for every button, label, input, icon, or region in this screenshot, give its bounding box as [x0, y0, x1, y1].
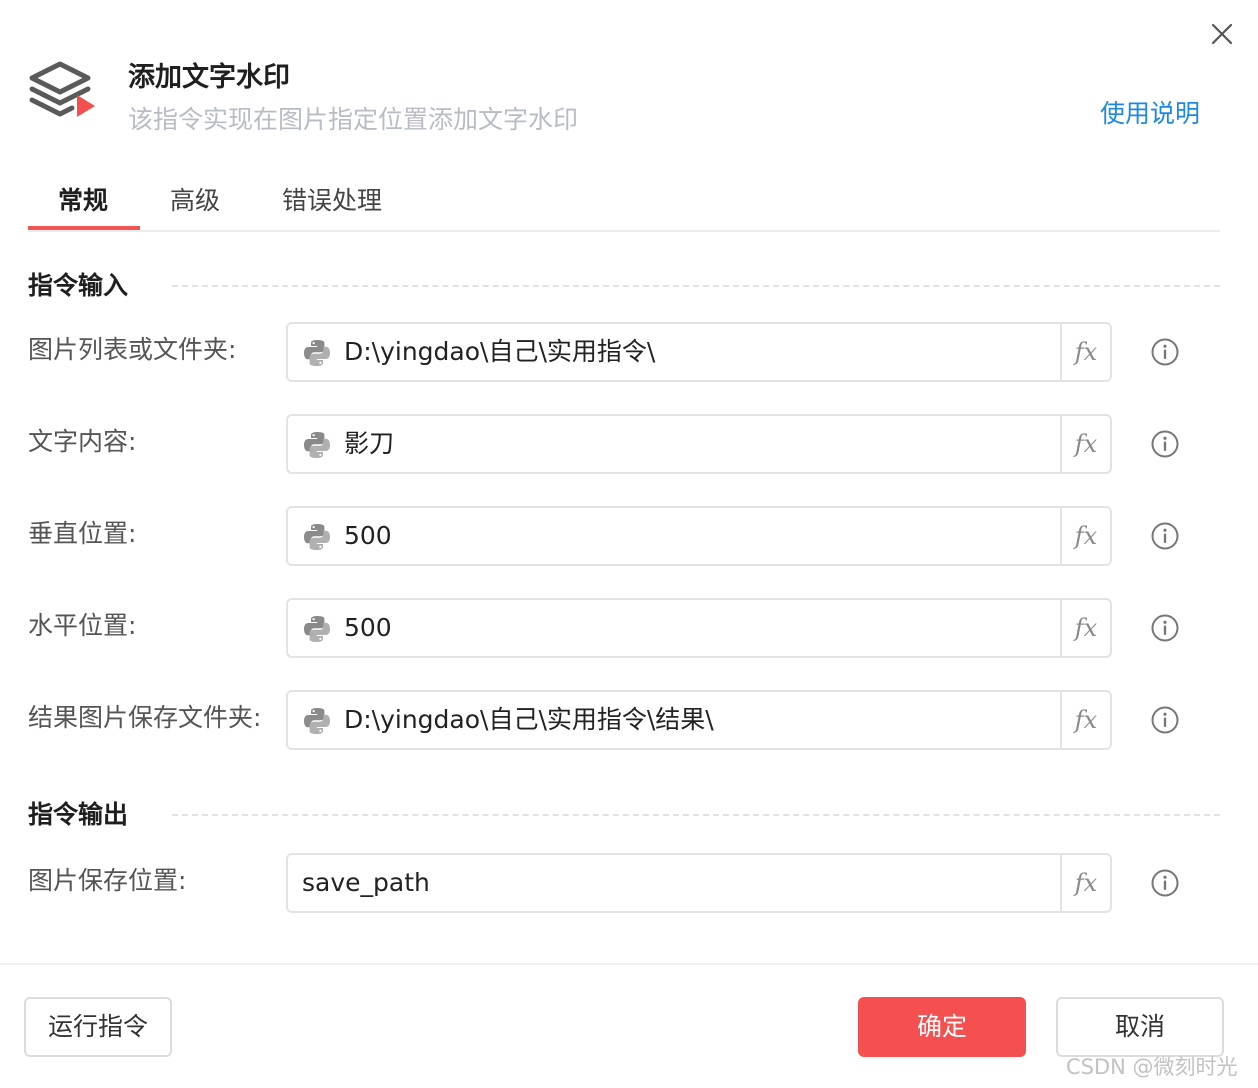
- section-divider: [172, 814, 1220, 816]
- field-label-text-content: 文字内容:: [28, 427, 137, 456]
- tab-advanced[interactable]: 高级: [170, 172, 220, 230]
- field-label-horizontal-position: 水平位置:: [28, 611, 137, 640]
- info-icon[interactable]: [1150, 613, 1180, 643]
- footer-divider: [0, 963, 1258, 965]
- cancel-button[interactable]: 取消: [1056, 997, 1224, 1057]
- field-value: save_path: [302, 868, 430, 897]
- image-list-field[interactable]: D:\yingdao\自己\实用指令\ fx: [286, 322, 1112, 382]
- fx-button[interactable]: fx: [1060, 600, 1110, 656]
- tab-bar: 常规 高级 错误处理: [28, 172, 1220, 232]
- python-icon: [304, 524, 330, 550]
- field-label-image-list: 图片列表或文件夹:: [28, 335, 237, 364]
- fx-button[interactable]: fx: [1060, 324, 1110, 380]
- vertical-position-field[interactable]: 500 fx: [286, 506, 1112, 566]
- info-icon[interactable]: [1150, 337, 1180, 367]
- layers-play-icon: [28, 58, 100, 122]
- fx-button[interactable]: fx: [1060, 692, 1110, 748]
- dialog-title: 添加文字水印: [128, 62, 290, 93]
- python-icon: [304, 616, 330, 642]
- tab-error-handling[interactable]: 错误处理: [282, 172, 382, 230]
- field-value: D:\yingdao\自己\实用指令\: [344, 337, 656, 366]
- info-icon[interactable]: [1150, 521, 1180, 551]
- field-value: D:\yingdao\自己\实用指令\结果\: [344, 705, 714, 734]
- section-title-input: 指令输入: [28, 271, 129, 300]
- python-icon: [304, 432, 330, 458]
- field-label-save-location: 图片保存位置:: [28, 866, 187, 895]
- horizontal-position-field[interactable]: 500 fx: [286, 598, 1112, 658]
- result-folder-field[interactable]: D:\yingdao\自己\实用指令\结果\ fx: [286, 690, 1112, 750]
- function-icon: fx: [1074, 869, 1098, 897]
- field-label-vertical-position: 垂直位置:: [28, 519, 137, 548]
- fx-button[interactable]: fx: [1060, 416, 1110, 472]
- function-icon: fx: [1074, 706, 1098, 734]
- fx-button[interactable]: fx: [1060, 508, 1110, 564]
- function-icon: fx: [1074, 338, 1098, 366]
- active-tab-indicator: [28, 226, 140, 230]
- text-content-field[interactable]: 影刀 fx: [286, 414, 1112, 474]
- info-icon[interactable]: [1150, 429, 1180, 459]
- close-icon: [1211, 23, 1233, 45]
- run-command-button[interactable]: 运行指令: [24, 997, 172, 1057]
- dialog-subtitle: 该指令实现在图片指定位置添加文字水印: [128, 105, 579, 134]
- python-icon: [304, 340, 330, 366]
- info-icon[interactable]: [1150, 705, 1180, 735]
- tab-general[interactable]: 常规: [58, 172, 108, 230]
- field-label-result-folder: 结果图片保存文件夹:: [28, 703, 262, 732]
- field-value: 500: [344, 613, 392, 642]
- field-value: 500: [344, 521, 392, 550]
- section-title-output: 指令输出: [28, 800, 129, 829]
- function-icon: fx: [1074, 430, 1098, 458]
- function-icon: fx: [1074, 614, 1098, 642]
- watermark-text: CSDN @微刻时光: [1066, 1055, 1238, 1079]
- info-icon[interactable]: [1150, 868, 1180, 898]
- fx-button[interactable]: fx: [1060, 855, 1110, 911]
- python-icon: [304, 708, 330, 734]
- help-link[interactable]: 使用说明: [1100, 94, 1200, 134]
- close-button[interactable]: [1206, 18, 1238, 50]
- save-location-field[interactable]: save_path fx: [286, 853, 1112, 913]
- section-divider: [172, 285, 1220, 287]
- confirm-button[interactable]: 确定: [858, 997, 1026, 1057]
- function-icon: fx: [1074, 522, 1098, 550]
- field-value: 影刀: [344, 429, 395, 458]
